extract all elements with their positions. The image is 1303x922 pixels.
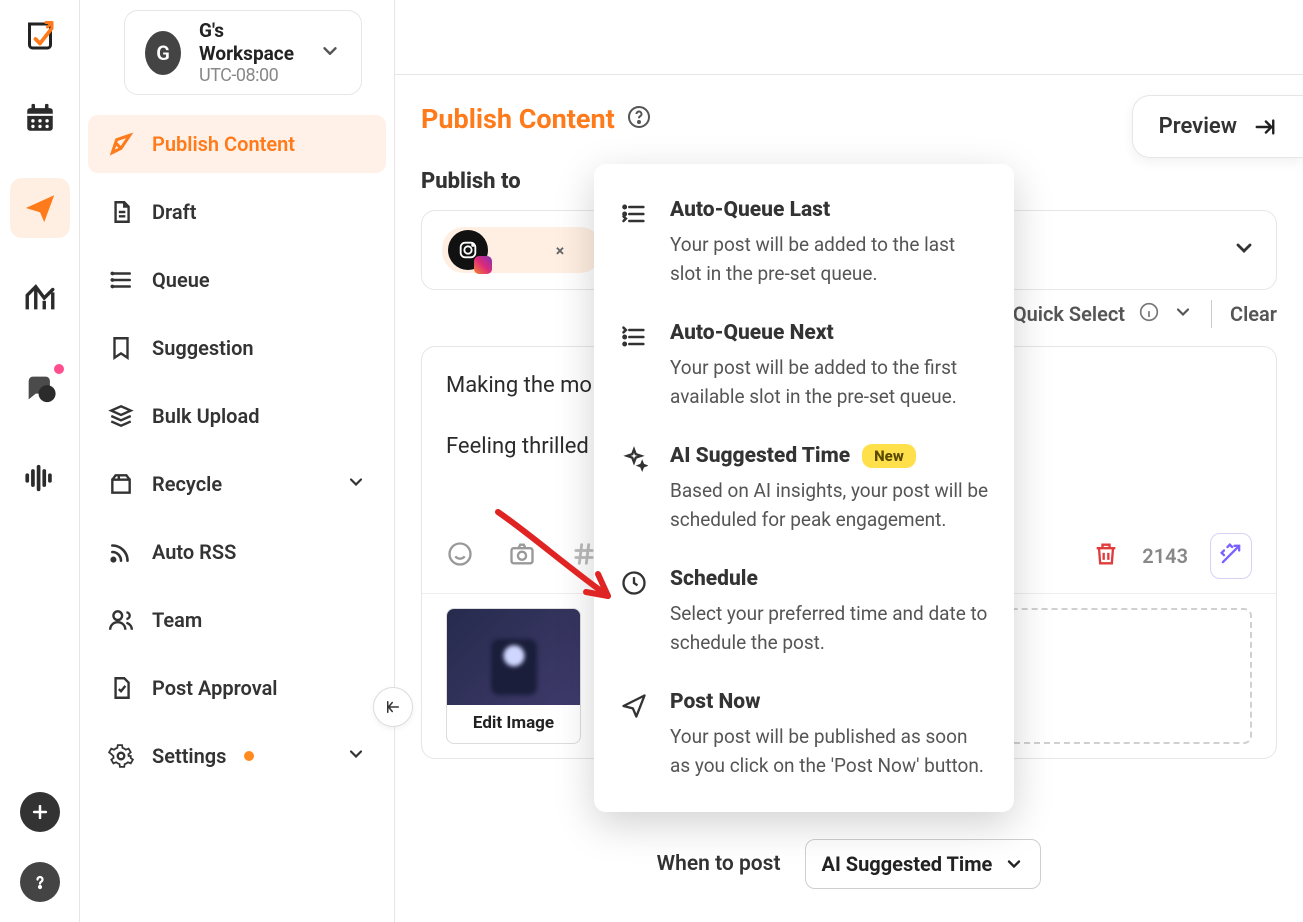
icon-rail bbox=[0, 0, 80, 922]
help-icon[interactable] bbox=[627, 105, 651, 133]
chevron-down-icon[interactable] bbox=[1232, 236, 1256, 264]
nav-label: Recycle bbox=[152, 472, 222, 496]
nav-recycle[interactable]: Recycle bbox=[88, 455, 386, 513]
collapse-sidebar-button[interactable] bbox=[373, 687, 413, 727]
info-icon[interactable] bbox=[1139, 302, 1159, 327]
menu-item-title: Auto-Queue Last bbox=[670, 198, 990, 222]
delete-icon[interactable] bbox=[1092, 540, 1120, 572]
workspace-name: G's Workspace bbox=[199, 19, 301, 65]
remove-chip-icon[interactable]: × bbox=[548, 238, 572, 262]
workspace-selector[interactable]: G G's Workspace UTC-08:00 bbox=[124, 10, 362, 95]
edit-image-button[interactable]: Edit Image bbox=[447, 705, 580, 743]
nav-label: Draft bbox=[152, 200, 196, 224]
menu-schedule[interactable]: Schedule Select your preferred time and … bbox=[614, 557, 996, 680]
preview-label: Preview bbox=[1159, 114, 1237, 139]
menu-item-title: Auto-Queue Next bbox=[670, 321, 990, 345]
menu-auto-queue-last[interactable]: Auto-Queue Last Your post will be added … bbox=[614, 188, 996, 311]
menu-ai-suggested-time[interactable]: AI Suggested Time New Based on AI insigh… bbox=[614, 434, 996, 557]
rail-conversations-icon[interactable] bbox=[10, 358, 70, 418]
account-chip[interactable]: × bbox=[442, 227, 602, 273]
settings-dot-icon bbox=[244, 751, 254, 761]
workspace-avatar: G bbox=[145, 31, 181, 75]
menu-item-title-text: AI Suggested Time bbox=[670, 444, 850, 468]
add-button[interactable] bbox=[20, 792, 60, 832]
divider bbox=[1211, 300, 1212, 328]
emoji-icon[interactable] bbox=[446, 540, 474, 572]
nav-label: Team bbox=[152, 608, 202, 632]
nav-draft[interactable]: Draft bbox=[88, 183, 386, 241]
when-selected-value: AI Suggested Time bbox=[822, 852, 993, 876]
nav-bulk-upload[interactable]: Bulk Upload bbox=[88, 387, 386, 445]
camera-icon[interactable] bbox=[508, 540, 536, 572]
menu-item-desc: Select your preferred time and date to s… bbox=[670, 599, 990, 658]
menu-item-title: Schedule bbox=[670, 567, 990, 591]
workspace-timezone: UTC-08:00 bbox=[199, 65, 301, 86]
platform-badge-icon bbox=[474, 256, 492, 274]
menu-item-desc: Your post will be added to the last slot… bbox=[670, 230, 990, 289]
menu-item-title: AI Suggested Time New bbox=[670, 444, 990, 468]
nav-label: Publish Content bbox=[152, 132, 295, 156]
nav-label: Auto RSS bbox=[152, 540, 236, 564]
send-icon bbox=[616, 690, 652, 781]
notification-dot-icon bbox=[54, 364, 64, 374]
menu-item-desc: Based on AI insights, your post will be … bbox=[670, 476, 990, 535]
when-to-post-select[interactable]: AI Suggested Time bbox=[805, 839, 1042, 889]
char-count: 2143 bbox=[1142, 544, 1188, 568]
quick-select-button[interactable]: Quick Select bbox=[1013, 302, 1125, 326]
queue-next-icon bbox=[616, 321, 652, 412]
nav-post-approval[interactable]: Post Approval bbox=[88, 659, 386, 717]
rail-analytics-icon[interactable] bbox=[10, 268, 70, 328]
rail-audio-icon[interactable] bbox=[10, 448, 70, 508]
menu-item-desc: Your post will be added to the first ava… bbox=[670, 353, 990, 412]
chevron-down-icon bbox=[346, 744, 366, 769]
nav-label: Queue bbox=[152, 268, 210, 292]
ai-assist-icon[interactable] bbox=[1210, 533, 1252, 579]
thumbnail-image bbox=[447, 609, 580, 705]
when-to-post-label: When to post bbox=[657, 852, 781, 876]
nav-label: Settings bbox=[152, 744, 226, 768]
page-title: Publish Content bbox=[421, 103, 615, 135]
clock-icon bbox=[616, 567, 652, 658]
nav-auto-rss[interactable]: Auto RSS bbox=[88, 523, 386, 581]
nav-team[interactable]: Team bbox=[88, 591, 386, 649]
new-badge: New bbox=[862, 444, 916, 468]
preview-button[interactable]: Preview bbox=[1132, 95, 1303, 158]
when-to-post-row: When to post AI Suggested Time bbox=[421, 839, 1277, 889]
nav-publish-content[interactable]: Publish Content bbox=[88, 115, 386, 173]
nav-suggestion[interactable]: Suggestion bbox=[88, 319, 386, 377]
image-thumbnail[interactable]: × Edit Image bbox=[446, 608, 581, 744]
menu-item-title: Post Now bbox=[670, 690, 990, 714]
nav-label: Post Approval bbox=[152, 676, 278, 700]
sparkle-icon bbox=[616, 444, 652, 535]
nav-queue[interactable]: Queue bbox=[88, 251, 386, 309]
chevron-down-icon bbox=[346, 472, 366, 497]
instagram-icon bbox=[448, 230, 488, 270]
menu-item-desc: Your post will be published as soon as y… bbox=[670, 722, 990, 781]
clear-button[interactable]: Clear bbox=[1230, 302, 1277, 326]
schedule-options-menu: Auto-Queue Last Your post will be added … bbox=[594, 164, 1014, 812]
rail-calendar-icon[interactable] bbox=[10, 88, 70, 148]
sidebar: G G's Workspace UTC-08:00 Publish Conten… bbox=[80, 0, 395, 922]
chevron-down-icon bbox=[319, 40, 341, 66]
nav-settings[interactable]: Settings bbox=[88, 727, 386, 785]
rail-publish-icon[interactable] bbox=[10, 178, 70, 238]
menu-auto-queue-next[interactable]: Auto-Queue Next Your post will be added … bbox=[614, 311, 996, 434]
menu-post-now[interactable]: Post Now Your post will be published as … bbox=[614, 680, 996, 785]
queue-last-icon bbox=[616, 198, 652, 289]
nav-label: Bulk Upload bbox=[152, 404, 259, 428]
help-button[interactable] bbox=[20, 862, 60, 902]
app-logo-icon bbox=[22, 18, 58, 58]
nav-label: Suggestion bbox=[152, 336, 254, 360]
chevron-down-icon[interactable] bbox=[1173, 302, 1193, 327]
sidebar-nav: Publish Content Draft Queue Suggestion B… bbox=[88, 115, 386, 785]
